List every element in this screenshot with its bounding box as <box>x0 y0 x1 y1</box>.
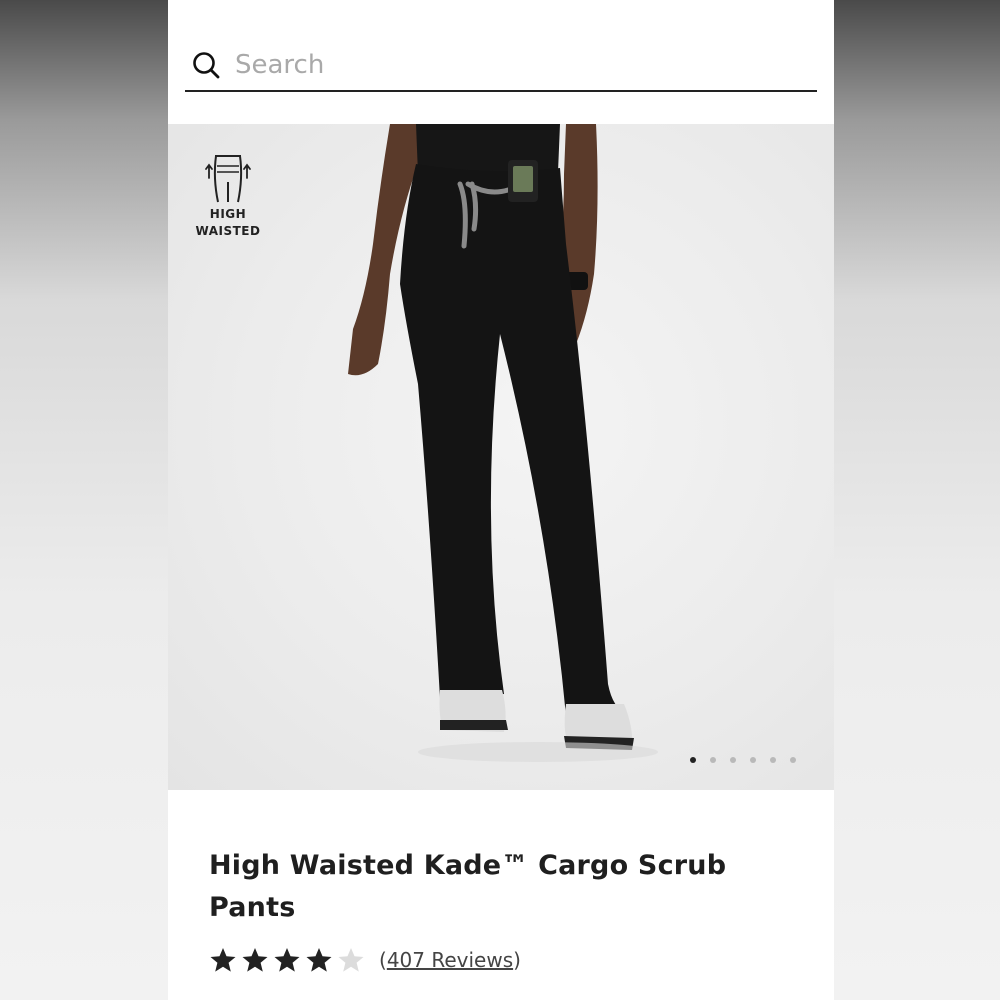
carousel-dot[interactable] <box>770 757 776 763</box>
badge-label-line2: WAISTED <box>195 224 261 238</box>
star-filled-icon <box>274 948 300 972</box>
reviews-open-paren: ( <box>379 948 387 972</box>
star-filled-icon <box>242 948 268 972</box>
carousel-pagination <box>690 757 796 763</box>
reviews-count: 407 Reviews <box>386 948 514 972</box>
carousel-dot[interactable] <box>690 757 696 763</box>
carousel-dot[interactable] <box>730 757 736 763</box>
reviews-link[interactable]: (407 Reviews) <box>379 948 521 972</box>
rating-stars <box>209 946 365 974</box>
product-title-line1: High Waisted Kade™ Cargo Scrub <box>209 850 727 881</box>
high-waist-icon <box>205 155 251 203</box>
search-icon[interactable] <box>191 50 221 80</box>
search-bar[interactable] <box>185 40 817 92</box>
carousel-dot[interactable] <box>750 757 756 763</box>
high-waisted-badge: HIGH WAISTED <box>186 152 270 240</box>
star-empty-icon <box>338 948 364 972</box>
star-filled-icon <box>210 948 236 972</box>
carousel-dot[interactable] <box>790 757 796 763</box>
product-page: HIGH WAISTED High Waisted Kade™ Cargo Sc… <box>168 0 834 1000</box>
screenshot-frame: HIGH WAISTED High Waisted Kade™ Cargo Sc… <box>0 0 1000 1000</box>
search-input[interactable] <box>235 50 755 80</box>
product-title: High Waisted Kade™ Cargo Scrub Pants <box>209 845 789 929</box>
star-filled-icon <box>306 948 332 972</box>
product-title-line2: Pants <box>209 892 296 923</box>
reviews-close-paren: ) <box>513 948 521 972</box>
product-image-carousel[interactable]: HIGH WAISTED <box>168 124 834 790</box>
badge-label-line1: HIGH <box>209 207 247 221</box>
product-rating: (407 Reviews) <box>209 946 521 974</box>
carousel-dot[interactable] <box>710 757 716 763</box>
